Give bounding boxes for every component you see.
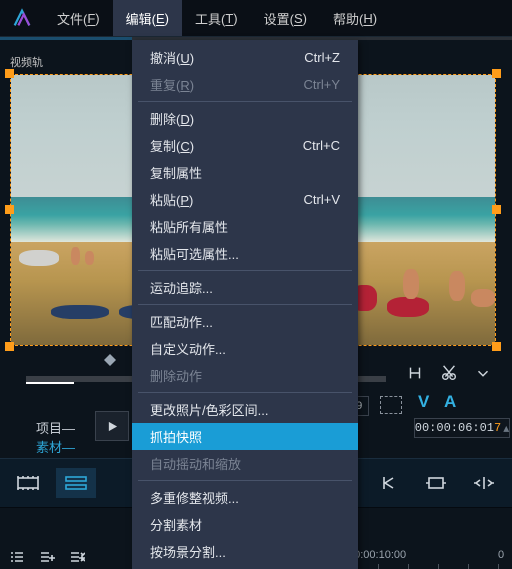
menu-settings[interactable]: 设置(S) (251, 0, 320, 36)
menu-help[interactable]: 帮助(H) (320, 0, 390, 36)
menu-item-label: 粘贴可选属性... (150, 244, 239, 263)
menu-item[interactable]: 匹配动作... (132, 308, 358, 335)
workspace: 视频轨 项目— 素材— (0, 40, 512, 569)
menu-item-label: 粘贴(P) (150, 190, 193, 209)
menu-item[interactable]: 运动追踪... (132, 274, 358, 301)
resize-handle[interactable] (492, 69, 501, 78)
timeline-view-icon[interactable] (56, 468, 96, 498)
tab-project[interactable]: 项目— (36, 418, 75, 437)
cut-icon[interactable] (436, 360, 462, 386)
menu-shortcut: Ctrl+C (303, 138, 340, 153)
menu-item-label: 按场景分割... (150, 542, 226, 561)
fit-window-icon[interactable] (416, 468, 456, 498)
app-logo (0, 0, 44, 36)
menu-item-label: 粘贴所有属性 (150, 217, 228, 236)
menu-item: 删除动作 (132, 362, 358, 389)
menu-item[interactable]: 复制(C) Ctrl+C (132, 132, 358, 159)
menu-item[interactable]: 自定义动作... (132, 335, 358, 362)
list-icon[interactable] (4, 544, 30, 569)
menu-item[interactable]: 分离音频 (132, 565, 358, 569)
menu-item[interactable]: 更改照片/色彩区间... (132, 396, 358, 423)
timecode-display[interactable]: 00:00:06:017▴ (414, 418, 510, 438)
menu-item[interactable]: 粘贴(P) Ctrl+V (132, 186, 358, 213)
menu-separator (138, 304, 352, 305)
menu-item-label: 多重修整视频... (150, 488, 239, 507)
ruler-time-2: 0 (498, 549, 504, 561)
menu-item-label: 抓拍快照 (150, 427, 202, 446)
menu-shortcut: Ctrl+Y (304, 77, 340, 92)
mark-in-out-icon[interactable] (402, 360, 428, 386)
keyframe-marker-icon[interactable] (104, 354, 116, 366)
menu-item-label: 删除(D) (150, 109, 194, 128)
resize-handle[interactable] (5, 205, 14, 214)
play-button[interactable] (95, 411, 129, 441)
collapse-track-icon[interactable] (64, 544, 90, 569)
track-label: 视频轨 (10, 54, 43, 70)
menu-shortcut: Ctrl+V (304, 192, 340, 207)
menu-item-label: 分割素材 (150, 515, 202, 534)
menu-item: 重复(R) Ctrl+Y (132, 71, 358, 98)
menu-item[interactable]: 按场景分割... (132, 538, 358, 565)
edit-menu-dropdown: 撤消(U)Ctrl+Z重复(R)Ctrl+Y删除(D)复制(C)Ctrl+C复制… (132, 40, 358, 569)
menu-item-label: 自定义动作... (150, 339, 226, 358)
marquee-tool-icon[interactable] (380, 396, 402, 414)
tab-clip[interactable]: 素材— (36, 437, 75, 460)
menu-item-label: 更改照片/色彩区间... (150, 400, 268, 419)
menu-item-label: 复制(C) (150, 136, 194, 155)
scrub-progress (26, 376, 74, 384)
menu-separator (138, 480, 352, 481)
menu-file[interactable]: 文件(F) (44, 0, 113, 36)
storyboard-view-icon[interactable] (8, 468, 48, 498)
menu-item[interactable]: 删除(D) (132, 105, 358, 132)
menu-item[interactable]: 粘贴可选属性... (132, 240, 358, 267)
audio-toggle[interactable]: A (444, 392, 456, 412)
menu-item-label: 删除动作 (150, 366, 202, 385)
menu-item-label: 复制属性 (150, 163, 202, 182)
menu-tools[interactable]: 工具(T) (182, 0, 251, 36)
menubar: 文件(F) 编辑(E) 工具(T) 设置(S) 帮助(H) (0, 0, 512, 37)
menu-item[interactable]: 撤消(U) Ctrl+Z (132, 44, 358, 71)
video-toggle[interactable]: V (418, 392, 429, 412)
menu-item[interactable]: 复制属性 (132, 159, 358, 186)
add-track-icon[interactable] (34, 544, 60, 569)
menu-edit[interactable]: 编辑(E) (113, 0, 182, 36)
menu-item[interactable]: 多重修整视频... (132, 484, 358, 511)
menu-item-label: 匹配动作... (150, 312, 213, 331)
menu-item-label: 运动追踪... (150, 278, 213, 297)
menu-separator (138, 101, 352, 102)
menu-item[interactable]: 抓拍快照 (132, 423, 358, 450)
resize-handle[interactable] (492, 205, 501, 214)
expand-horizontal-icon[interactable] (464, 468, 504, 498)
menu-item[interactable]: 粘贴所有属性 (132, 213, 358, 240)
resize-handle[interactable] (5, 69, 14, 78)
menu-item-label: 撤消(U) (150, 48, 194, 67)
go-start-icon[interactable] (368, 468, 408, 498)
resize-handle[interactable] (5, 342, 14, 351)
preview-tabs: 项目— 素材— (36, 418, 79, 460)
menu-item: 自动摇动和缩放 (132, 450, 358, 477)
menu-item-label: 自动摇动和缩放 (150, 454, 241, 473)
resize-handle[interactable] (492, 342, 501, 351)
menu-separator (138, 392, 352, 393)
menu-item-label: 重复(R) (150, 75, 194, 94)
menu-item[interactable]: 分割素材 (132, 511, 358, 538)
chevron-down-icon[interactable] (470, 360, 496, 386)
menu-shortcut: Ctrl+Z (304, 50, 340, 65)
menu-separator (138, 270, 352, 271)
